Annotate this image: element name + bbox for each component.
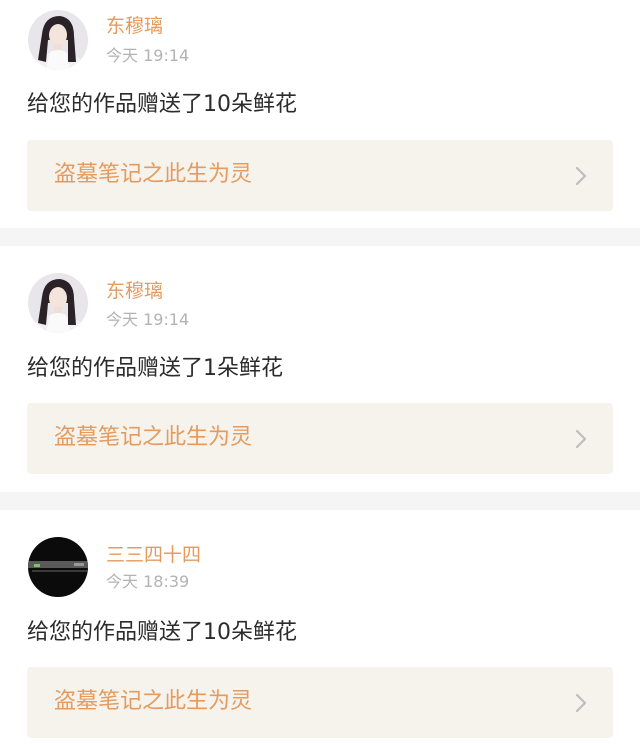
work-link-button[interactable]: 盗墓笔记之此生为灵 <box>27 403 613 474</box>
work-title: 盗墓笔记之此生为灵 <box>54 162 253 187</box>
notification-card: 三三四十四 今天 18:39 给您的作品赠送了10朵鲜花 盗墓笔记之此生为灵 <box>0 510 640 746</box>
notification-card: 东穆璃 今天 19:14 给您的作品赠送了10朵鲜花 盗墓笔记之此生为灵 <box>0 0 640 228</box>
timestamp: 今天 19:14 <box>106 46 190 65</box>
avatar[interactable] <box>28 273 88 333</box>
avatar[interactable] <box>28 10 88 70</box>
notification-feed: 东穆璃 今天 19:14 给您的作品赠送了10朵鲜花 盗墓笔记之此生为灵 东穆璃… <box>0 0 640 746</box>
divider <box>0 492 640 510</box>
work-link-button[interactable]: 盗墓笔记之此生为灵 <box>27 667 613 738</box>
timestamp: 今天 19:14 <box>106 310 190 329</box>
username[interactable]: 三三四十四 <box>106 543 201 567</box>
work-title: 盗墓笔记之此生为灵 <box>54 689 253 714</box>
chevron-right-icon <box>575 693 587 713</box>
portrait-avatar-icon <box>28 273 88 333</box>
work-link-button[interactable]: 盗墓笔记之此生为灵 <box>27 140 613 211</box>
gift-message: 给您的作品赠送了10朵鲜花 <box>27 620 297 645</box>
gift-message: 给您的作品赠送了10朵鲜花 <box>27 92 297 117</box>
work-title: 盗墓笔记之此生为灵 <box>54 425 253 450</box>
chevron-right-icon <box>575 166 587 186</box>
notification-card: 东穆璃 今天 19:14 给您的作品赠送了1朵鲜花 盗墓笔记之此生为灵 <box>0 246 640 492</box>
username[interactable]: 东穆璃 <box>106 279 163 303</box>
gift-message: 给您的作品赠送了1朵鲜花 <box>27 356 283 381</box>
username[interactable]: 东穆璃 <box>106 14 163 38</box>
chevron-right-icon <box>575 429 587 449</box>
portrait-avatar-icon <box>28 10 88 70</box>
timestamp: 今天 18:39 <box>106 572 190 591</box>
dark-avatar-icon <box>28 537 88 597</box>
divider <box>0 228 640 246</box>
avatar[interactable] <box>28 537 88 597</box>
